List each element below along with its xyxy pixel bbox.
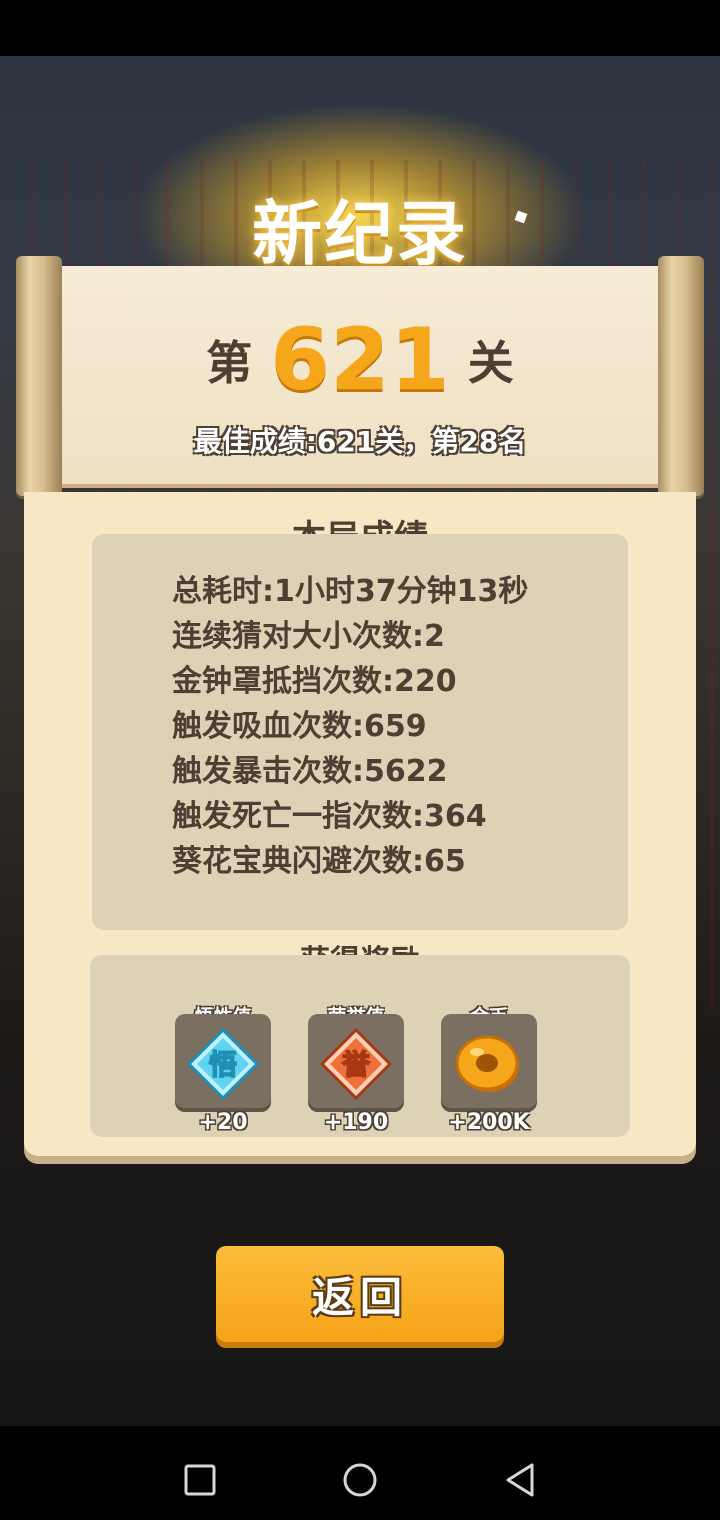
stat-death-finger: 触发死亡一指次数:364 xyxy=(172,799,487,834)
reward-amount-honor: +190 xyxy=(323,1110,389,1135)
return-button[interactable]: 返回 xyxy=(216,1246,504,1342)
honor-gem-glyph: 誉 xyxy=(342,1048,371,1081)
stage-prefix: 第 xyxy=(206,336,253,390)
reward-amount-gold: +200K xyxy=(448,1110,530,1135)
honor-gem-icon: 誉 xyxy=(319,1027,393,1101)
stage-suffix: 关 xyxy=(467,336,514,390)
home-icon xyxy=(343,1463,377,1497)
wisdom-gem-glyph: 悟 xyxy=(209,1048,237,1081)
stage-display: 第 621 关 xyxy=(40,310,680,410)
recent-apps-icon xyxy=(184,1464,216,1496)
home-button[interactable] xyxy=(338,1458,382,1502)
stat-dodge: 葵花宝典闪避次数:65 xyxy=(172,844,466,879)
best-score: 最佳成绩:621关，第28名 xyxy=(193,425,527,458)
stat-guess-streak: 连续猜对大小次数:2 xyxy=(172,619,445,654)
stage-number: 621 xyxy=(270,310,450,410)
stat-total-time: 总耗时:1小时37分钟13秒 xyxy=(172,574,529,609)
stat-golden-bell-blocks: 金钟罩抵挡次数:220 xyxy=(172,664,457,699)
stat-lifesteal: 触发吸血次数:659 xyxy=(172,709,427,744)
back-icon xyxy=(506,1463,534,1497)
reward-tile-honor[interactable]: 誉 xyxy=(308,1014,404,1112)
wisdom-gem-icon: 悟 xyxy=(186,1027,260,1101)
status-bar xyxy=(0,0,720,56)
gold-coin-icon xyxy=(455,1035,519,1092)
new-record-title: 新纪录 xyxy=(252,193,468,275)
reward-tile-wisdom[interactable]: 悟 xyxy=(175,1014,271,1112)
recent-apps-button[interactable] xyxy=(178,1458,222,1502)
stat-crit: 触发暴击次数:5622 xyxy=(172,754,448,789)
reward-tile-gold[interactable] xyxy=(441,1014,537,1112)
reward-amount-wisdom: +20 xyxy=(198,1110,248,1135)
back-button[interactable] xyxy=(498,1458,542,1502)
